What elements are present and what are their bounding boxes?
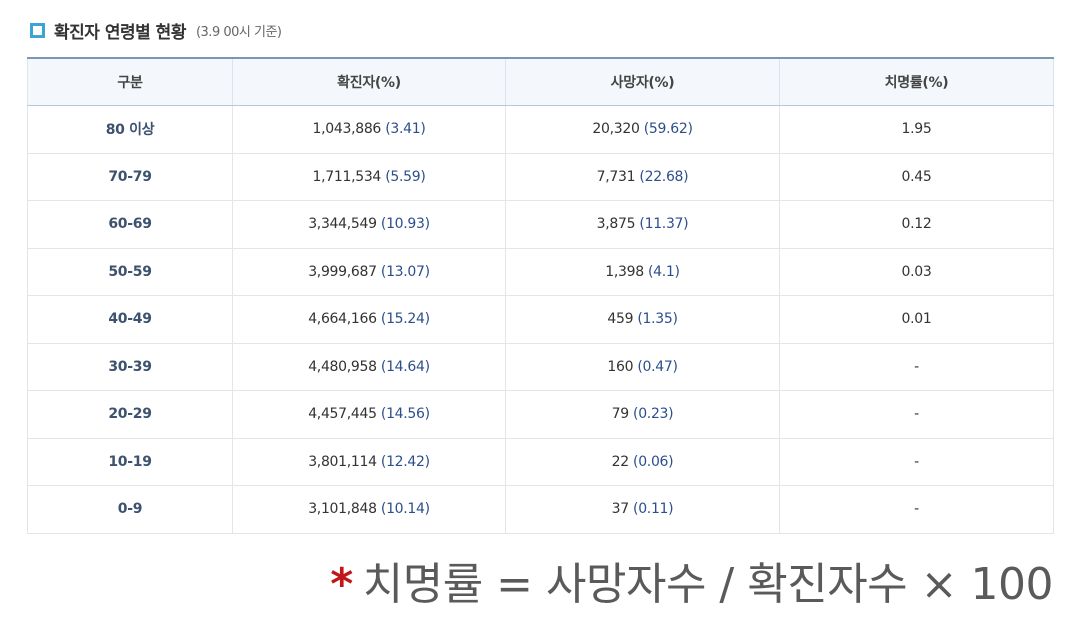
- age-group-cell: 20-29: [27, 390, 233, 439]
- table-row: 50-59 3,999,687 (13.07) 1,398 (4.1) 0.03: [27, 247, 1054, 296]
- table-row: 80 이상 1,043,886 (3.41) 20,320 (59.62) 1.95: [27, 105, 1054, 154]
- confirmed-count: 4,457,445: [308, 406, 377, 423]
- confirmed-percent: (15.24): [380, 311, 430, 328]
- deaths-percent: (0.47): [637, 358, 678, 375]
- deaths-cell: 20,320 (59.62): [505, 105, 780, 154]
- column-header-confirmed: 확진자(%): [232, 58, 506, 106]
- deaths-cell: 160 (0.47): [505, 342, 780, 391]
- deaths-percent: (0.06): [633, 453, 674, 470]
- fatality-rate-cell: -: [779, 437, 1054, 486]
- table-row: 0-9 3,101,848 (10.14) 37 (0.11) -: [27, 485, 1054, 534]
- confirmed-percent: (10.93): [380, 216, 430, 233]
- deaths-percent: (1.35): [637, 311, 678, 328]
- confirmed-percent: (13.07): [380, 263, 430, 280]
- confirmed-count: 3,344,549: [308, 216, 377, 233]
- deaths-percent: (0.23): [633, 406, 674, 423]
- table-row: 10-19 3,801,114 (12.42) 22 (0.06) -: [27, 437, 1054, 486]
- confirmed-count: 1,711,534: [312, 168, 382, 185]
- asterisk-mark: *: [330, 559, 353, 610]
- deaths-count: 7,731: [596, 168, 636, 185]
- confirmed-percent: (5.59): [385, 168, 426, 185]
- deaths-percent: (11.37): [639, 216, 689, 233]
- table-row: 30-39 4,480,958 (14.64) 160 (0.47) -: [27, 342, 1054, 391]
- deaths-count: 20,320: [592, 121, 640, 138]
- column-header-fatality: 치명률(%): [779, 58, 1054, 106]
- deaths-count: 3,875: [596, 216, 636, 233]
- confirmed-cell: 3,344,549 (10.93): [232, 200, 506, 249]
- confirmed-cell: 4,480,958 (14.64): [232, 342, 506, 391]
- age-group-cell: 0-9: [27, 485, 233, 534]
- age-group-cell: 70-79: [27, 152, 233, 201]
- deaths-percent: (4.1): [648, 263, 680, 280]
- table-row: 70-79 1,711,534 (5.59) 7,731 (22.68) 0.45: [27, 152, 1054, 201]
- confirmed-cell: 4,664,166 (15.24): [232, 295, 506, 344]
- age-group-cell: 50-59: [27, 247, 233, 296]
- confirmed-cell: 3,801,114 (12.42): [232, 437, 506, 486]
- deaths-percent: (0.11): [633, 501, 674, 518]
- deaths-cell: 7,731 (22.68): [505, 152, 780, 201]
- column-header-category: 구분: [27, 58, 233, 106]
- deaths-count: 160: [607, 358, 634, 375]
- fatality-rate-cell: -: [779, 485, 1054, 534]
- confirmed-percent: (3.41): [385, 121, 426, 138]
- section-header: 확진자 연령별 현황 (3.9 00시 기준): [30, 14, 282, 46]
- deaths-cell: 22 (0.06): [505, 437, 780, 486]
- deaths-count: 1,398: [605, 263, 644, 280]
- deaths-cell: 1,398 (4.1): [505, 247, 780, 296]
- age-stats-table: 구분 확진자(%) 사망자(%) 치명률(%) 80 이상 1,043,886 (…: [27, 57, 1054, 534]
- confirmed-percent: (10.14): [380, 501, 430, 518]
- confirmed-count: 4,480,958: [308, 358, 377, 375]
- confirmed-count: 3,999,687: [308, 263, 377, 280]
- fatality-rate-cell: 0.01: [779, 295, 1054, 344]
- age-group-cell: 10-19: [27, 437, 233, 486]
- confirmed-percent: (12.42): [380, 453, 430, 470]
- confirmed-count: 4,664,166: [308, 311, 377, 328]
- deaths-cell: 79 (0.23): [505, 390, 780, 439]
- age-group-cell: 60-69: [27, 200, 233, 249]
- section-subtitle: (3.9 00시 기준): [195, 24, 282, 40]
- fatality-rate-cell: 0.12: [779, 200, 1054, 249]
- square-bullet-icon: [30, 23, 45, 38]
- age-group-cell: 30-39: [27, 342, 233, 391]
- fatality-rate-cell: -: [779, 342, 1054, 391]
- section-title: 확진자 연령별 현황: [54, 22, 186, 43]
- confirmed-cell: 1,711,534 (5.59): [232, 152, 506, 201]
- deaths-cell: 459 (1.35): [505, 295, 780, 344]
- confirmed-percent: (14.56): [380, 406, 430, 423]
- deaths-cell: 3,875 (11.37): [505, 200, 780, 249]
- age-group-cell: 40-49: [27, 295, 233, 344]
- deaths-count: 459: [607, 311, 634, 328]
- confirmed-cell: 3,999,687 (13.07): [232, 247, 506, 296]
- confirmed-cell: 4,457,445 (14.56): [232, 390, 506, 439]
- confirmed-count: 1,043,886: [312, 121, 382, 138]
- fatality-rate-cell: 0.45: [779, 152, 1054, 201]
- confirmed-count: 3,101,848: [308, 501, 377, 518]
- deaths-count: 37: [611, 501, 630, 518]
- formula-text: 치명률 = 사망자수 / 확진자수 × 100: [362, 559, 1054, 610]
- table-header-row: 구분 확진자(%) 사망자(%) 치명률(%): [27, 58, 1054, 106]
- column-header-deaths: 사망자(%): [505, 58, 780, 106]
- deaths-percent: (22.68): [639, 168, 689, 185]
- table-row: 20-29 4,457,445 (14.56) 79 (0.23) -: [27, 390, 1054, 439]
- deaths-count: 79: [611, 406, 630, 423]
- fatality-formula-note: * 치명률 = 사망자수 / 확진자수 × 100: [330, 548, 1053, 612]
- fatality-rate-cell: 0.03: [779, 247, 1054, 296]
- confirmed-cell: 1,043,886 (3.41): [232, 105, 506, 154]
- fatality-rate-cell: -: [779, 390, 1054, 439]
- fatality-rate-cell: 1.95: [779, 105, 1054, 154]
- table-row: 60-69 3,344,549 (10.93) 3,875 (11.37) 0.12: [27, 200, 1054, 249]
- deaths-cell: 37 (0.11): [505, 485, 780, 534]
- table-row: 40-49 4,664,166 (15.24) 459 (1.35) 0.01: [27, 295, 1054, 344]
- confirmed-count: 3,801,114: [308, 453, 377, 470]
- deaths-count: 22: [611, 453, 630, 470]
- age-group-cell: 80 이상: [27, 105, 233, 154]
- deaths-percent: (59.62): [643, 121, 693, 138]
- confirmed-cell: 3,101,848 (10.14): [232, 485, 506, 534]
- confirmed-percent: (14.64): [380, 358, 430, 375]
